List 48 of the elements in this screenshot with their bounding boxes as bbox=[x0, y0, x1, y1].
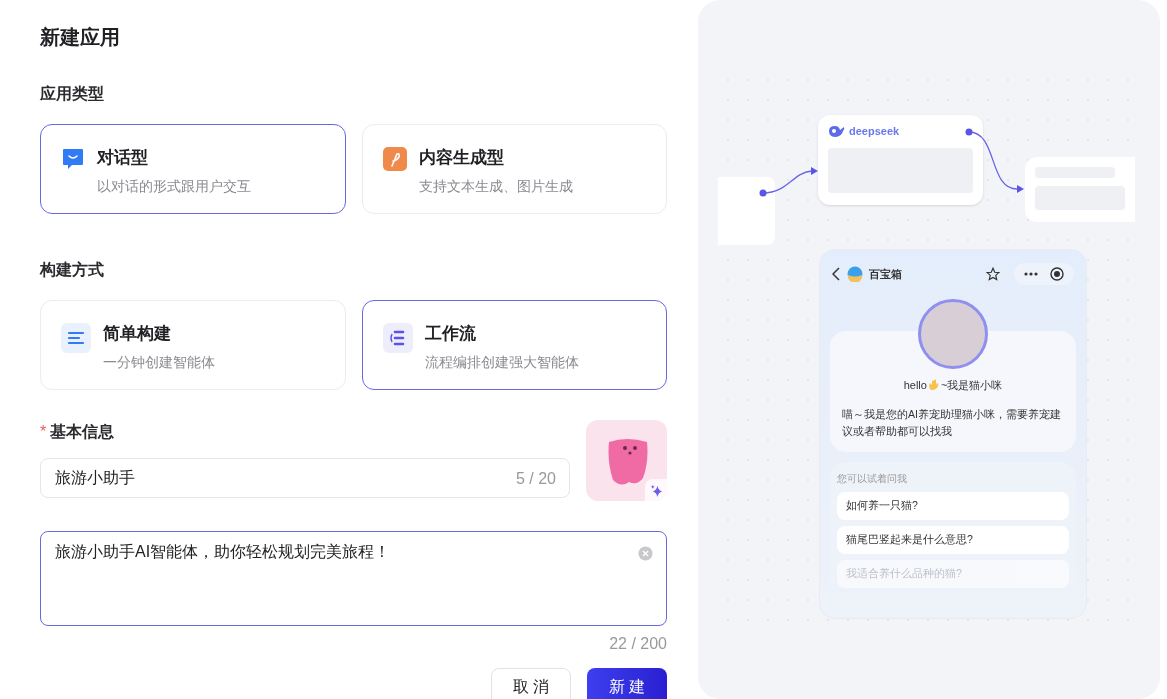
option-description: 一分钟创建智能体 bbox=[103, 352, 215, 372]
dialog-title: 新建应用 bbox=[40, 25, 121, 50]
greeting-text: ~我是猫小咪 bbox=[940, 378, 1003, 393]
chat-bubble-icon bbox=[61, 147, 85, 171]
workflow-node bbox=[718, 177, 775, 245]
waving-hand-icon bbox=[927, 379, 940, 392]
greeting-text: hello bbox=[903, 378, 927, 393]
character-counter: 5 / 20 bbox=[515, 469, 556, 489]
section-label: 应用类型 bbox=[40, 84, 105, 104]
capsule-menu[interactable] bbox=[1014, 263, 1074, 285]
option-card[interactable]: 简单构建 一分钟创建智能体 bbox=[40, 300, 346, 390]
brand-name: deepseek bbox=[849, 124, 900, 139]
suggestion-chip[interactable]: 如何养一只猫? bbox=[837, 491, 1069, 520]
description-textarea[interactable]: 旅游小助手AI智能体，助你轻松规划完美旅程！ bbox=[40, 531, 667, 626]
option-description: 支持文本生成、图片生成 bbox=[418, 176, 573, 196]
record-icon[interactable] bbox=[1050, 267, 1064, 281]
whale-logo-icon bbox=[828, 124, 846, 138]
option-title: 工作流 bbox=[424, 323, 477, 345]
required-asterisk: * bbox=[40, 422, 47, 442]
option-title: 对话型 bbox=[97, 147, 149, 169]
option-title: 简单构建 bbox=[103, 323, 172, 345]
option-card[interactable]: 工作流 流程编排创建强大智能体 bbox=[361, 300, 667, 390]
option-card[interactable]: 对话型 以对话的形式跟用户交互 bbox=[40, 124, 346, 214]
option-description: 以对话的形式跟用户交互 bbox=[97, 176, 251, 196]
text-lines-icon bbox=[61, 323, 91, 353]
connector-arrow bbox=[965, 128, 1024, 193]
phone-title: 百宝箱 bbox=[869, 266, 902, 282]
more-dots-icon[interactable] bbox=[1024, 272, 1038, 276]
workflow-icon bbox=[382, 323, 413, 353]
character-counter: 22 / 200 bbox=[609, 634, 667, 654]
back-chevron-icon[interactable] bbox=[832, 267, 841, 281]
avatar-picker[interactable] bbox=[586, 420, 667, 501]
section-label: 构建方式 bbox=[40, 260, 105, 280]
option-card[interactable]: 内容生成型 支持文本生成、图片生成 bbox=[361, 124, 667, 214]
connector-arrow bbox=[759, 167, 818, 197]
suggestions-label: 您可以试着问我 bbox=[837, 471, 908, 486]
section-label: 基本信息 bbox=[50, 422, 115, 442]
intro-text: 喵～我是您的AI养宠助理猫小咪，需要养宠建议或者帮助都可以找我 bbox=[842, 406, 1062, 439]
star-icon[interactable] bbox=[986, 267, 1000, 281]
feather-icon bbox=[382, 147, 407, 171]
sparkle-badge[interactable] bbox=[645, 479, 667, 501]
cancel-button[interactable]: 取 消 bbox=[491, 668, 571, 699]
sparkle-icon bbox=[649, 483, 663, 497]
bot-logo-icon bbox=[847, 266, 863, 282]
suggestion-chip[interactable]: 猫尾巴竖起来是什么意思? bbox=[837, 525, 1069, 554]
option-description: 流程编排创建强大智能体 bbox=[424, 352, 579, 372]
create-button[interactable]: 新 建 bbox=[587, 668, 667, 699]
option-title: 内容生成型 bbox=[418, 147, 505, 169]
